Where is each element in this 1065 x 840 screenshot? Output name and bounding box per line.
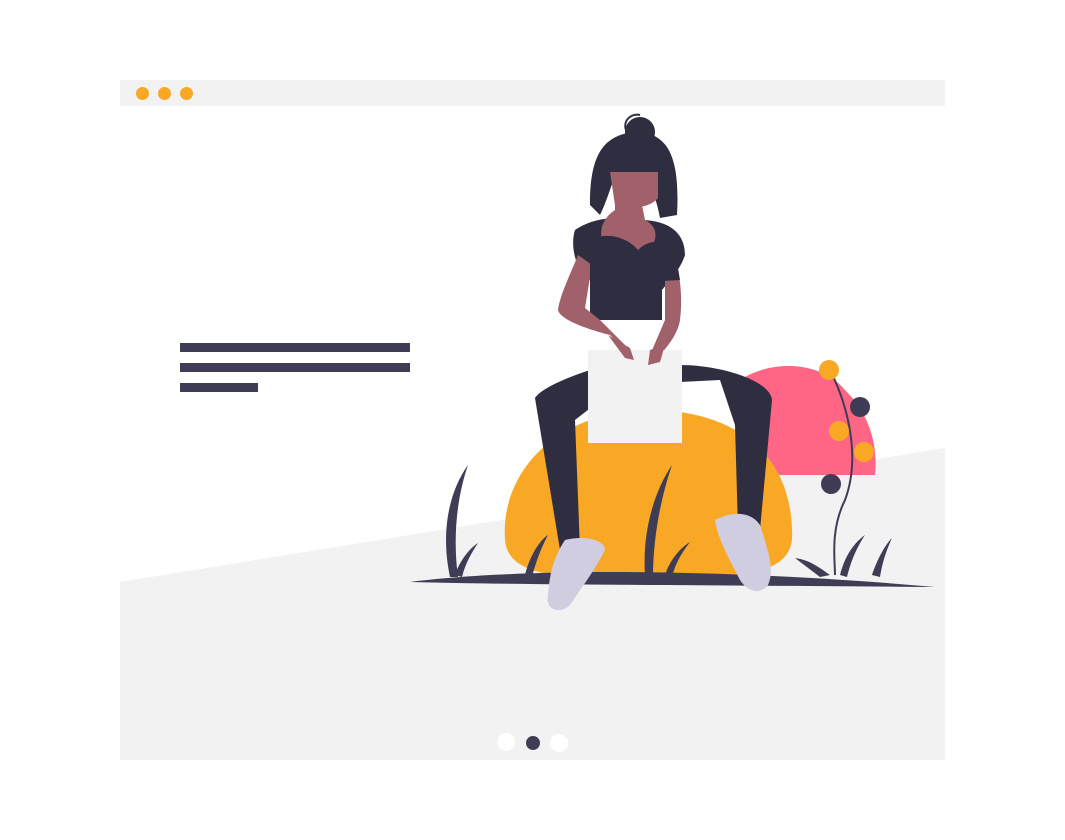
flower-dot [819,360,839,380]
woman-hair-bun [625,117,655,147]
paper-sheet [588,350,682,443]
text-placeholder-line [180,383,258,392]
carousel-dot[interactable] [497,733,515,751]
text-placeholder-line [180,363,410,372]
flower-dot [829,421,849,441]
carousel-dot-active[interactable] [526,736,540,750]
window-dot[interactable] [136,87,149,100]
carousel-dot[interactable] [550,734,568,752]
flower-dot [854,442,874,462]
browser-window [120,80,945,760]
window-dot[interactable] [180,87,193,100]
woman-face [610,172,658,208]
hero-illustration [120,113,945,760]
window-dot[interactable] [158,87,171,100]
flower-dot [821,474,841,494]
text-placeholder-line [180,343,410,352]
flower-dot [850,397,870,417]
browser-titlebar [120,80,945,106]
